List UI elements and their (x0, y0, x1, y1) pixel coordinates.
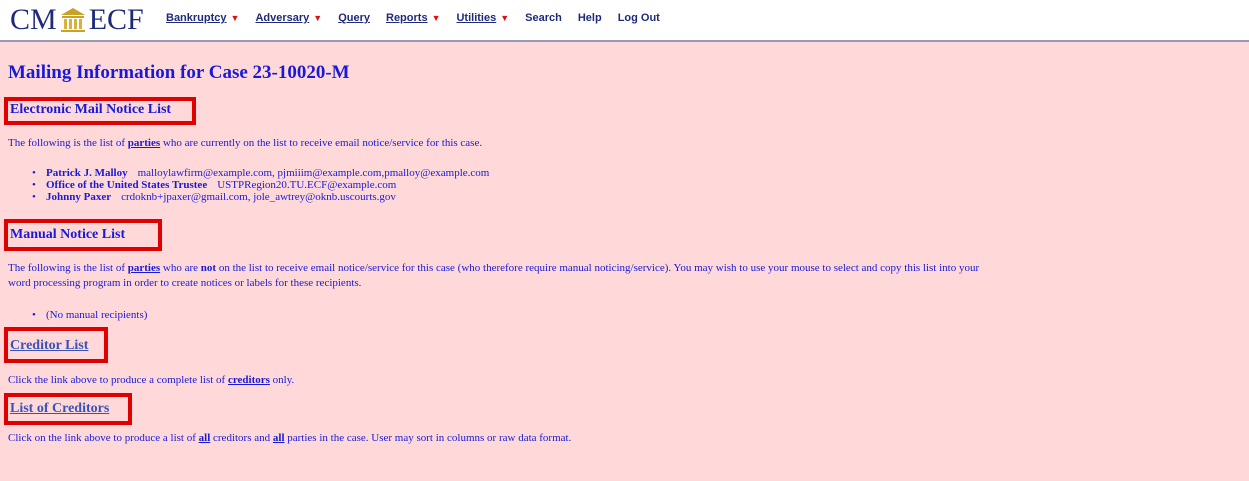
recipient-name: Johnny Paxer (46, 191, 112, 203)
section-heading-email-notice: Electronic Mail Notice List (10, 102, 172, 117)
list-of-creditors-text: Click on the link above to produce a lis… (8, 432, 571, 444)
list-item: Johnny Paxer crdoknb+jpaxer@gmail.com, jo… (32, 191, 489, 203)
dropdown-arrow-icon: ▼ (431, 13, 441, 23)
page-title: Mailing Information for Case 23-10020-M (8, 62, 350, 83)
body-text: Click the link above to produce a comple… (8, 374, 226, 386)
section-heading-manual-notice: Manual Notice List (10, 227, 126, 242)
menu-label: Help (577, 12, 602, 24)
cmecf-logo[interactable]: CM ECF (10, 4, 144, 36)
menu-search[interactable]: Search (525, 12, 562, 24)
body-text: only. (272, 374, 295, 386)
logo-text-ecf: ECF (88, 3, 144, 36)
all-link[interactable]: all (199, 432, 211, 444)
dropdown-arrow-icon: ▼ (230, 13, 240, 23)
dropdown-arrow-icon: ▼ (313, 13, 323, 23)
body-text: parties in the case. User may sort in co… (287, 432, 572, 444)
recipient-emails: crdoknb+jpaxer@gmail.com, jole_awtrey@ok… (121, 191, 396, 203)
dropdown-arrow-icon: ▼ (500, 13, 510, 23)
body-text: creditors and (213, 432, 271, 444)
menu-bankruptcy[interactable]: Bankruptcy ▼ (166, 12, 239, 24)
all-link[interactable]: all (273, 432, 285, 444)
menu-utilities[interactable]: Utilities ▼ (456, 12, 509, 24)
main-menu: Bankruptcy ▼ Adversary ▼ Query Reports ▼ Ut… (166, 12, 676, 24)
intro-text: who are currently on the list to receive… (162, 137, 483, 149)
creditors-link[interactable]: creditors (228, 374, 270, 386)
menu-label: Utilities (456, 12, 497, 24)
recipient-emails: USTPRegion20.TU.ECF@example.com (217, 179, 397, 191)
recipient-name: Patrick J. Malloy (46, 167, 128, 179)
top-navigation-bar: CM ECF Bankruptcy ▼ Adversary ▼ Query Repo… (0, 0, 1249, 42)
recipient-emails: malloylawfirm@example.com, pjmiiim@examp… (137, 167, 490, 179)
list-item: Office of the United States Trustee USTPR… (32, 179, 489, 191)
email-section-intro: The following is the list of parties who… (8, 137, 482, 149)
manual-recipient-list: (No manual recipients) (32, 309, 147, 321)
menu-log-out[interactable]: Log Out (618, 12, 660, 24)
menu-query[interactable]: Query (338, 12, 370, 24)
menu-label: Bankruptcy (166, 12, 227, 24)
courthouse-icon (60, 8, 85, 32)
menu-label: Reports (386, 12, 428, 24)
menu-help[interactable]: Help (578, 12, 602, 24)
creditor-section-text: Click the link above to produce a comple… (8, 374, 294, 386)
menu-reports[interactable]: Reports ▼ (386, 12, 440, 24)
creditor-list-link[interactable]: Creditor List (10, 338, 88, 354)
intro-text: on the list to receive email notice/serv… (218, 262, 980, 274)
logo-text-cm: CM (10, 3, 57, 36)
manual-section-intro: The following is the list of parties who… (8, 262, 979, 274)
menu-label: Search (525, 12, 562, 24)
intro-text: who are (162, 262, 199, 274)
manual-section-intro-line2: word processing program in order to crea… (8, 277, 362, 289)
email-recipient-list: Patrick J. Malloy malloylawfirm@example.c… (32, 167, 489, 203)
list-of-creditors-link[interactable]: List of Creditors (10, 401, 109, 417)
list-item: (No manual recipients) (32, 309, 147, 321)
menu-label: Adversary (255, 12, 310, 24)
parties-link[interactable]: parties (128, 137, 160, 149)
list-item: Patrick J. Malloy malloylawfirm@example.c… (32, 167, 489, 179)
menu-adversary[interactable]: Adversary ▼ (255, 12, 322, 24)
menu-label: Query (338, 12, 370, 24)
intro-text: The following is the list of (8, 137, 126, 149)
menu-label: Log Out (617, 12, 660, 24)
recipient-name: Office of the United States Trustee (46, 179, 208, 191)
recipient-name: (No manual recipients) (46, 309, 148, 321)
intro-emphasis: not (200, 262, 217, 274)
intro-text: The following is the list of (8, 262, 126, 274)
body-text: Click on the link above to produce a lis… (8, 432, 196, 444)
parties-link[interactable]: parties (128, 262, 160, 274)
